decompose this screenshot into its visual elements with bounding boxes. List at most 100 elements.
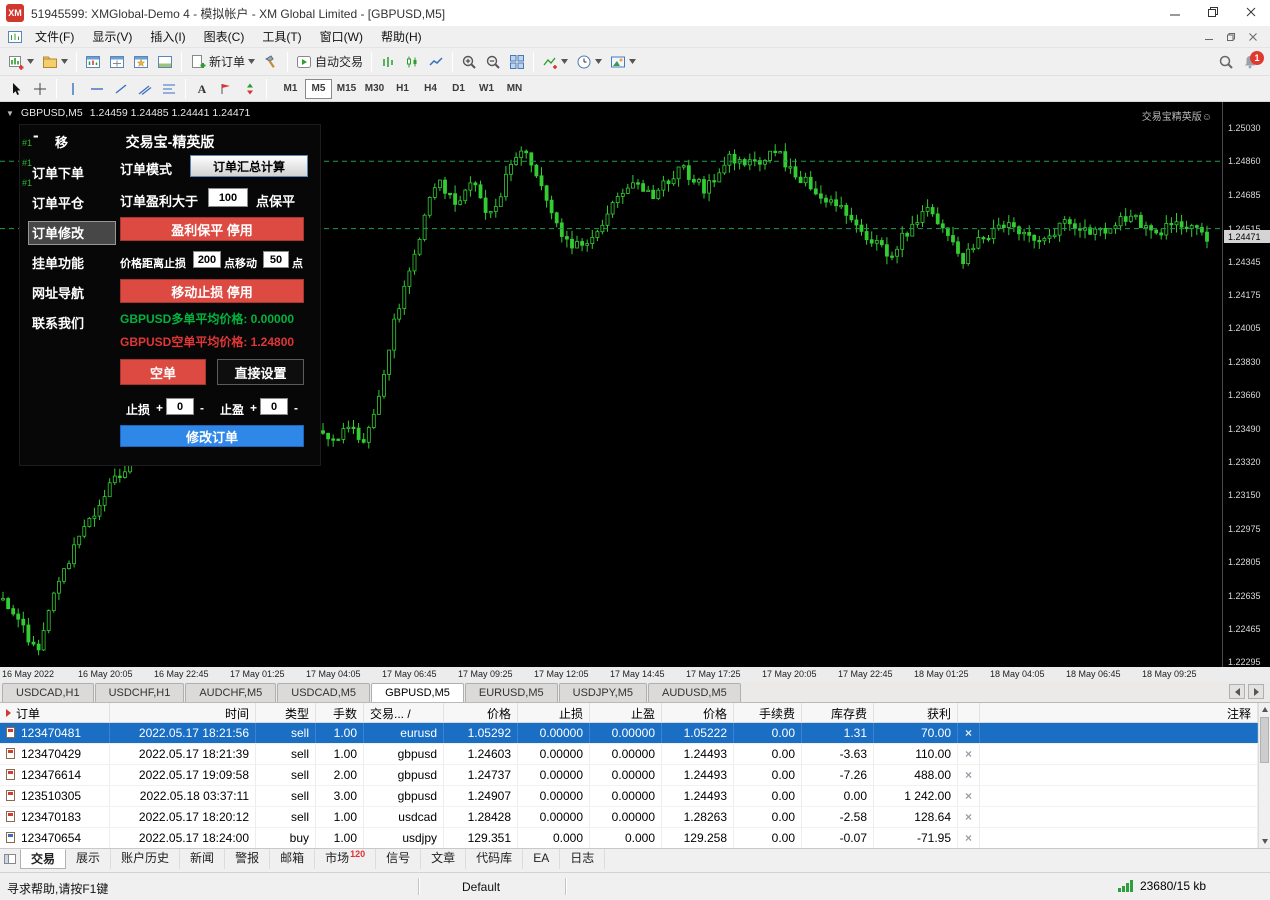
search-button[interactable]	[1214, 50, 1238, 74]
horizontal-line-button[interactable]	[85, 77, 109, 101]
terminal-tab-6[interactable]: 市场120	[315, 849, 376, 869]
collapse-arrow-icon[interactable]: ▼	[6, 109, 14, 118]
terminal-tab-4[interactable]: 警报	[225, 849, 270, 869]
close-order-button[interactable]: ×	[965, 726, 972, 740]
trailing-stop-toggle-button[interactable]: 移动止损 停用	[120, 279, 304, 303]
terminal-column-header-10[interactable]: 库存费	[802, 703, 874, 723]
menu-item-4[interactable]: 工具(T)	[253, 25, 310, 48]
child-minimize-button[interactable]	[1198, 28, 1220, 46]
chart-tab-6[interactable]: USDJPY,M5	[559, 683, 647, 702]
child-close-button[interactable]	[1242, 28, 1264, 46]
terminal-column-header-3[interactable]: 手数	[316, 703, 364, 723]
chart-bars-button[interactable]	[376, 50, 400, 74]
terminal-column-header-7[interactable]: 止盈	[590, 703, 662, 723]
terminal-tab-1[interactable]: 展示	[66, 849, 111, 869]
timeframe-m1-button[interactable]: M1	[277, 79, 304, 99]
ea-menu-item-2[interactable]: 订单修改	[28, 221, 116, 245]
chart-tab-4[interactable]: GBPUSD,M5	[371, 683, 464, 702]
crosshair-button[interactable]	[28, 77, 52, 101]
terminal-window-button[interactable]	[153, 50, 177, 74]
close-order-button[interactable]: ×	[965, 810, 972, 824]
time-axis[interactable]: 16 May 202216 May 20:0516 May 22:4517 Ma…	[0, 667, 1270, 682]
tabs-scroll-left-button[interactable]	[1229, 684, 1245, 699]
menu-item-6[interactable]: 帮助(H)	[372, 25, 431, 48]
close-button[interactable]	[1232, 0, 1270, 26]
menu-item-1[interactable]: 显示(V)	[83, 25, 141, 48]
timeframe-d1-button[interactable]: D1	[445, 79, 472, 99]
templates-button[interactable]	[606, 50, 640, 74]
scroll-up-button[interactable]	[1259, 703, 1270, 716]
profiles-button[interactable]	[38, 50, 72, 74]
terminal-column-header-1[interactable]: 时间	[110, 703, 256, 723]
close-order-button[interactable]: ×	[965, 831, 972, 845]
terminal-column-header-5[interactable]: 价格	[444, 703, 518, 723]
arrows-button[interactable]	[238, 77, 262, 101]
tabs-scroll-right-button[interactable]	[1248, 684, 1264, 699]
close-order-button[interactable]: ×	[965, 768, 972, 782]
order-summary-mode-button[interactable]: 订单汇总计算	[190, 155, 308, 177]
chart-line-button[interactable]	[424, 50, 448, 74]
restore-button[interactable]	[1194, 0, 1232, 26]
menu-item-0[interactable]: 文件(F)	[26, 25, 83, 48]
modify-order-button[interactable]: 修改订单	[120, 425, 304, 447]
zoom-in-button[interactable]	[457, 50, 481, 74]
terminal-column-header-8[interactable]: 价格	[662, 703, 734, 723]
terminal-tab-8[interactable]: 文章	[421, 849, 466, 869]
terminal-column-header-9[interactable]: 手续费	[734, 703, 802, 723]
timeframe-mn-button[interactable]: MN	[501, 79, 528, 99]
ea-menu-item-5[interactable]: 联系我们	[28, 311, 116, 335]
trail-step-input[interactable]	[263, 251, 289, 268]
data-window-button[interactable]	[105, 50, 129, 74]
terminal-tab-5[interactable]: 邮箱	[270, 849, 315, 869]
terminal-column-header-6[interactable]: 止损	[518, 703, 590, 723]
tp-plus-button[interactable]: +	[250, 401, 257, 415]
ea-menu-item-0[interactable]: 订单下单	[28, 161, 116, 185]
sell-order-button[interactable]: 空单	[120, 359, 206, 385]
order-row[interactable]: 1234766142022.05.17 19:09:58sell2.00gbpu…	[0, 765, 1258, 786]
terminal-column-header-12[interactable]	[958, 703, 980, 723]
market-watch-button[interactable]	[81, 50, 105, 74]
chart-tab-0[interactable]: USDCAD,H1	[2, 683, 94, 702]
breakeven-toggle-button[interactable]: 盈利保平 停用	[120, 217, 304, 241]
terminal-tab-2[interactable]: 账户历史	[111, 849, 180, 869]
price-scale[interactable]: 1.250301.248601.246851.245151.243451.241…	[1222, 102, 1270, 667]
chart-tab-2[interactable]: AUDCHF,M5	[185, 683, 276, 702]
timeframe-m30-button[interactable]: M30	[361, 79, 388, 99]
profit-threshold-input[interactable]	[208, 188, 248, 207]
terminal-column-header-0[interactable]: 订单	[0, 703, 110, 723]
close-order-button[interactable]: ×	[965, 789, 972, 803]
zoom-out-button[interactable]	[481, 50, 505, 74]
sl-plus-button[interactable]: +	[156, 401, 163, 415]
order-row[interactable]: 1235103052022.05.18 03:37:11sell3.00gbpu…	[0, 786, 1258, 807]
equidistant-channel-button[interactable]	[133, 77, 157, 101]
take-profit-input[interactable]	[260, 398, 288, 415]
navigator-button[interactable]	[129, 50, 153, 74]
close-order-button[interactable]: ×	[965, 747, 972, 761]
menu-item-5[interactable]: 窗口(W)	[311, 25, 372, 48]
trail-distance-input[interactable]	[193, 251, 221, 268]
timeframe-h1-button[interactable]: H1	[389, 79, 416, 99]
stop-loss-input[interactable]	[166, 398, 194, 415]
timeframe-w1-button[interactable]: W1	[473, 79, 500, 99]
child-restore-button[interactable]	[1220, 28, 1242, 46]
fibonacci-button[interactable]	[157, 77, 181, 101]
dock-panel-icon[interactable]	[4, 853, 16, 865]
ea-menu-item-1[interactable]: 订单平仓	[28, 191, 116, 215]
new-order-button[interactable]: 新订单	[186, 50, 259, 74]
scroll-thumb[interactable]	[1260, 717, 1269, 763]
terminal-tab-10[interactable]: EA	[523, 849, 560, 869]
terminal-tab-9[interactable]: 代码库	[466, 849, 523, 869]
terminal-column-header-11[interactable]: 获利	[874, 703, 958, 723]
indicators-button[interactable]	[538, 50, 572, 74]
new-chart-button[interactable]	[4, 50, 38, 74]
terminal-column-header-2[interactable]: 类型	[256, 703, 316, 723]
terminal-tab-11[interactable]: 日志	[560, 849, 605, 869]
order-row[interactable]: 1234704292022.05.17 18:21:39sell1.00gbpu…	[0, 744, 1258, 765]
menu-item-3[interactable]: 图表(C)	[195, 25, 254, 48]
tile-windows-button[interactable]	[505, 50, 529, 74]
minimize-button[interactable]	[1156, 0, 1194, 26]
order-row[interactable]: 1234704812022.05.17 18:21:56sell1.00euru…	[0, 723, 1258, 744]
chart-tab-3[interactable]: USDCAD,M5	[277, 683, 370, 702]
chart-tab-5[interactable]: EURUSD,M5	[465, 683, 558, 702]
chart-candles-button[interactable]	[400, 50, 424, 74]
